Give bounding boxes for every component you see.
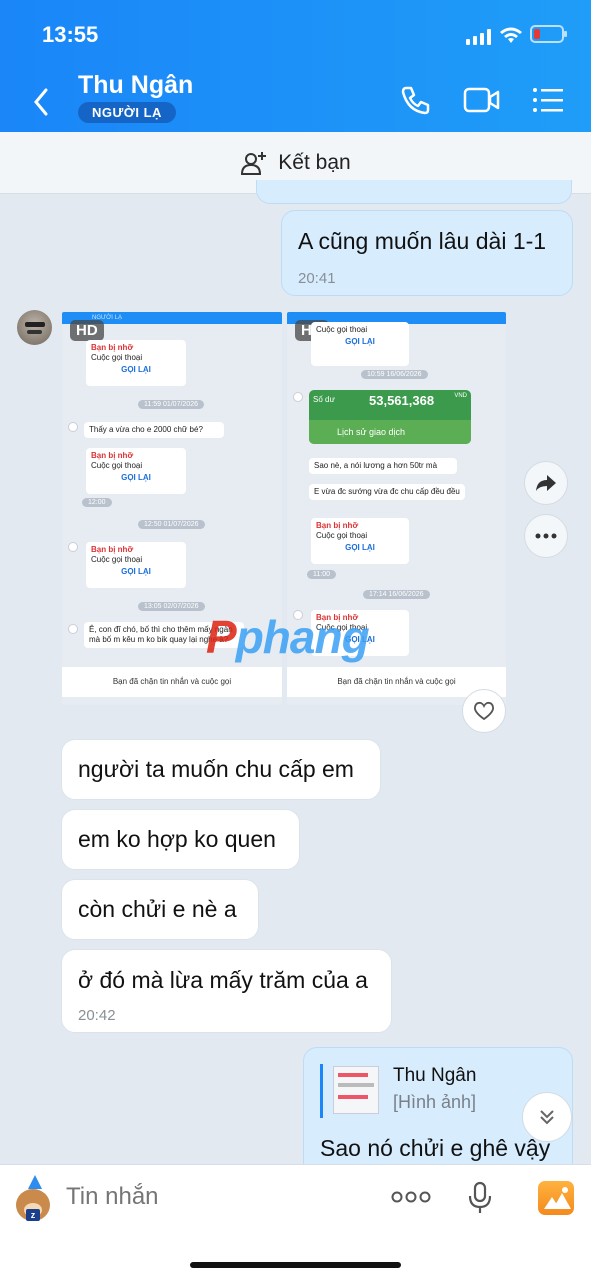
- missed-label: Bạn bị nhỡ: [316, 521, 359, 530]
- missed-label: Bạn bị nhỡ: [91, 451, 134, 460]
- message-input[interactable]: [66, 1177, 366, 1217]
- missed-call-card: Bạn bị nhỡ Cuộc gọi thoại GỌI LẠI: [86, 448, 186, 494]
- previous-message-edge: [256, 180, 572, 204]
- message-bubble-incoming[interactable]: ở đó mà lừa mấy trăm của a 20:42: [61, 949, 392, 1033]
- missed-call-card: Bạn bị nhỡ Cuộc gọi thoại GỌI LẠI: [311, 518, 409, 564]
- home-indicator: [190, 1262, 401, 1268]
- chat-line: Thấy a vừa cho e 2000 chữ bé?: [84, 422, 224, 438]
- watermark-text: phang: [235, 611, 370, 663]
- message-bubble-incoming[interactable]: em ko hợp ko quen: [61, 809, 300, 870]
- message-bubble-incoming[interactable]: còn chửi e nè a: [61, 879, 259, 940]
- call-label: Cuộc gọi thoại: [91, 555, 143, 564]
- call-label: Cuộc gọi thoại: [91, 461, 143, 470]
- menu-list-icon[interactable]: [532, 87, 564, 113]
- status-dot: [293, 392, 303, 402]
- callback-label: GỌI LẠI: [121, 473, 151, 482]
- time-stamp: 11:00: [307, 570, 336, 579]
- balance-amount: 53,561,368: [369, 393, 435, 408]
- transaction-history: Lịch sử giao dịch: [309, 420, 471, 444]
- date-stamp: 10:59 16/06/2026: [361, 370, 428, 379]
- missed-label: Bạn bị nhỡ: [91, 545, 134, 554]
- signal-icon: [466, 29, 494, 45]
- sticker-icon[interactable]: z: [12, 1175, 54, 1223]
- balance-currency: VND: [454, 393, 467, 399]
- callback-label: GỌI LẠI: [121, 567, 151, 576]
- contact-name[interactable]: Thu Ngân: [78, 71, 193, 100]
- message-text: Sao nó chửi e ghê vậy: [320, 1135, 551, 1161]
- back-icon[interactable]: [28, 84, 56, 120]
- message-text: người ta muốn chu cấp em: [78, 756, 354, 782]
- more-dots-icon: [535, 533, 557, 539]
- callback-label: GỌI LẠI: [121, 365, 151, 374]
- reply-sender: Thu Ngân: [393, 1065, 477, 1086]
- time-stamp: 12:00: [82, 498, 112, 507]
- reply-type: [Hình ảnh]: [393, 1092, 477, 1112]
- microphone-icon[interactable]: [467, 1181, 493, 1215]
- battery-icon: [530, 25, 567, 43]
- add-friend-label: Kết bạn: [278, 150, 351, 174]
- stranger-badge: NGƯỜI LẠ: [78, 102, 176, 123]
- reply-thumbnail: [333, 1066, 379, 1114]
- more-options-button[interactable]: [524, 514, 568, 558]
- heart-icon: [474, 701, 494, 721]
- watermark: Pphang: [206, 611, 370, 663]
- hd-badge: HD: [70, 320, 104, 341]
- forward-button[interactable]: [524, 461, 568, 505]
- callback-label: GỌI LẠI: [345, 543, 375, 552]
- message-text: còn chửi e nè a: [78, 896, 237, 922]
- add-friend-icon: [241, 151, 267, 175]
- avatar[interactable]: [17, 310, 52, 345]
- date-stamp: 12:50 01/07/2026: [138, 520, 205, 529]
- missed-label: Bạn bị nhỡ: [91, 343, 134, 352]
- status-dot: [68, 542, 78, 552]
- callback-label: GỌI LẠI: [345, 337, 375, 346]
- more-options-icon[interactable]: [391, 1191, 431, 1203]
- message-time: 20:42: [78, 1007, 116, 1024]
- balance-card: Số dư 53,561,368 VND Lịch sử giao dịch: [309, 390, 471, 444]
- status-dot: [68, 624, 78, 634]
- message-bubble-outgoing[interactable]: A cũng muốn lâu dài 1-1 20:41: [281, 210, 573, 296]
- missed-call-card: Bạn bị nhỡ Cuộc gọi thoại GỌI LẠI: [86, 340, 186, 386]
- missed-call-card: Cuộc gọi thoại GỌI LẠI: [311, 322, 409, 366]
- message-time: 20:41: [298, 270, 336, 287]
- message-text: em ko hợp ko quen: [78, 826, 276, 852]
- balance-label: Số dư: [313, 395, 335, 404]
- image-picker-icon[interactable]: [538, 1181, 574, 1215]
- chat-header: 13:55 Thu Ngân NGƯỜI LẠ: [0, 0, 591, 132]
- status-time: 13:55: [42, 22, 99, 47]
- message-bubble-incoming[interactable]: người ta muốn chu cấp em: [61, 739, 381, 800]
- double-chevron-down-icon: [540, 1110, 554, 1125]
- chat-line: Sao nè, a nói lương a hơn 50tr mà: [309, 458, 457, 474]
- blocked-notice: Bạn đã chặn tin nhắn và cuộc gọi: [62, 667, 282, 697]
- call-label: Cuộc gọi thoại: [316, 325, 368, 334]
- chat-line: E vừa đc sướng vừa đc chu cấp đều đều: [309, 484, 465, 500]
- phone-call-icon[interactable]: [400, 84, 432, 116]
- missed-call-card: Bạn bị nhỡ Cuộc gọi thoại GỌI LẠI: [86, 542, 186, 588]
- reply-quote[interactable]: Thu Ngân [Hình ảnh]: [320, 1064, 540, 1118]
- call-label: Cuộc gọi thoại: [316, 531, 368, 540]
- react-heart-button[interactable]: [462, 689, 506, 733]
- status-dot: [68, 422, 78, 432]
- message-text: A cũng muốn lâu dài 1-1: [298, 228, 547, 254]
- share-arrow-icon: [536, 475, 556, 491]
- wifi-icon: [500, 27, 522, 43]
- video-call-icon[interactable]: [463, 86, 501, 114]
- date-stamp: 13:05 02/07/2026: [138, 602, 205, 611]
- message-text: ở đó mà lừa mấy trăm của a: [78, 967, 368, 993]
- date-stamp: 17:14 16/06/2026: [363, 590, 430, 599]
- date-stamp: 11:59 01/07/2026: [138, 400, 204, 409]
- call-label: Cuộc gọi thoại: [91, 353, 143, 362]
- message-input-bar: z: [0, 1164, 591, 1280]
- scroll-to-bottom-button[interactable]: [522, 1092, 572, 1142]
